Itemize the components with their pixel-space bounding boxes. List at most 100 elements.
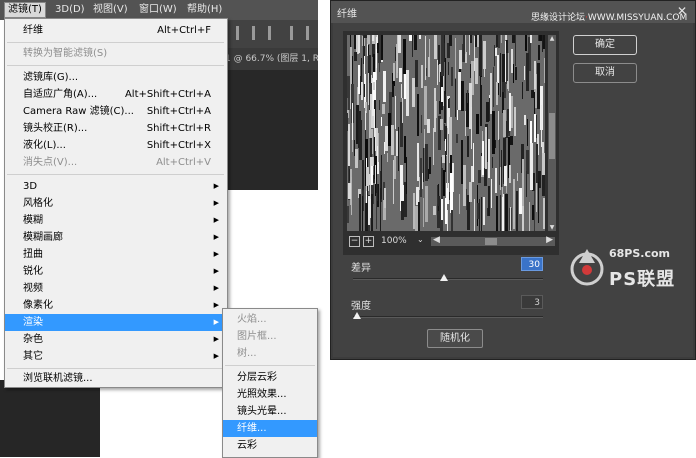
menu-filter[interactable]: 滤镜(T) [4, 2, 46, 18]
menu-item-liquify[interactable]: 液化(L)... Shift+Ctrl+X [5, 137, 227, 154]
distribute-icon[interactable] [290, 26, 293, 40]
document-tab-label: 1 @ 66.7% (图层 1, R [225, 54, 318, 64]
submenu-item-tree[interactable]: 树... [223, 345, 317, 362]
align-icon[interactable] [268, 26, 271, 40]
variance-input[interactable]: 30 [521, 257, 543, 271]
distribute-icon[interactable] [306, 26, 309, 40]
document-tab[interactable]: 1 @ 66.7% (图层 1, R [225, 48, 318, 70]
menu-3d[interactable]: 3D(D) [52, 3, 88, 17]
fiber-streak [507, 109, 509, 133]
fiber-streak [369, 101, 370, 110]
menu-item-label: 像素化 [23, 300, 53, 311]
menu-item-filter-gallery[interactable]: 滤镜库(G)... [5, 69, 227, 86]
zoom-dropdown-icon[interactable]: ⌄ [417, 235, 424, 244]
fiber-streak [443, 170, 445, 196]
fiber-streak [516, 191, 518, 231]
submenu-item-flame[interactable]: 火焰... [223, 311, 317, 328]
zoom-out-icon[interactable]: − [349, 236, 360, 247]
submenu-arrow-icon: ▶ [213, 267, 219, 275]
scroll-left-icon[interactable]: ◀ [433, 235, 440, 245]
align-icon[interactable] [236, 26, 239, 40]
menu-item-label: 转换为智能滤镜(S) [23, 48, 108, 59]
submenu-item-fibers[interactable]: 纤维... [223, 420, 317, 437]
menu-item-convert-smart-filter[interactable]: 转换为智能滤镜(S) [5, 45, 227, 62]
scroll-down-icon[interactable]: ▼ [548, 224, 556, 231]
fiber-streak [510, 136, 513, 145]
variance-slider-thumb[interactable] [440, 274, 449, 281]
fiber-streak [513, 64, 514, 83]
scroll-right-icon[interactable]: ▶ [546, 235, 553, 245]
fiber-streak [543, 35, 545, 49]
fiber-streak [442, 155, 445, 163]
strength-input[interactable]: 3 [521, 295, 543, 309]
fiber-streak [525, 35, 527, 51]
menu-item-video[interactable]: 视频 ▶ [5, 280, 227, 297]
fiber-streak [538, 35, 539, 41]
cancel-button[interactable]: 取消 [573, 63, 637, 83]
strength-slider-track[interactable] [353, 316, 543, 318]
menu-item-noise[interactable]: 杂色 ▶ [5, 331, 227, 348]
menu-item-adaptive-wide-angle[interactable]: 自适应广角(A)... Alt+Shift+Ctrl+A [5, 86, 227, 103]
dialog-title-bar[interactable]: 纤维 思缘设计论坛·WWW.MISSYUAN.COM ✕ [331, 1, 695, 23]
fiber-streak [526, 53, 529, 91]
menu-item-other[interactable]: 其它 ▶ [5, 348, 227, 365]
submenu-arrow-icon: ▶ [213, 250, 219, 258]
menu-item-render[interactable]: 渲染 ▶ [5, 314, 227, 331]
fiber-streak [507, 81, 509, 89]
fiber-streak [526, 171, 527, 197]
fiber-streak [375, 165, 376, 184]
fibers-preview[interactable] [347, 35, 545, 231]
menu-item-blur-gallery[interactable]: 模糊画廊 ▶ [5, 229, 227, 246]
menu-item-browse-online-filters[interactable]: 浏览联机滤镜... [5, 370, 227, 387]
menu-item-blur[interactable]: 模糊 ▶ [5, 212, 227, 229]
menu-item-lens-correction[interactable]: 镜头校正(R)... Shift+Ctrl+R [5, 120, 227, 137]
fiber-streak [393, 63, 395, 81]
zoom-in-icon[interactable]: + [363, 236, 374, 247]
menu-item-3d[interactable]: 3D ▶ [5, 178, 227, 195]
submenu-item-clouds[interactable]: 云彩 [223, 437, 317, 454]
site-watermark: 思缘设计论坛·WWW.MISSYUAN.COM [531, 13, 688, 23]
fiber-streak [509, 165, 511, 183]
randomize-button[interactable]: 随机化 [427, 329, 483, 348]
close-icon[interactable]: ✕ [677, 4, 687, 18]
fiber-streak [402, 185, 404, 201]
fiber-streak [355, 149, 358, 168]
fiber-streak [348, 124, 350, 166]
fiber-streak [351, 177, 352, 215]
menu-item-sharpen[interactable]: 锐化 ▶ [5, 263, 227, 280]
menu-item-pixelate[interactable]: 像素化 ▶ [5, 297, 227, 314]
fiber-streak [524, 115, 526, 125]
menu-item-camera-raw[interactable]: Camera Raw 滤镜(C)... Shift+Ctrl+A [5, 103, 227, 120]
menu-item-fibers-last[interactable]: 纤维 Alt+Ctrl+F [5, 22, 227, 39]
menu-view[interactable]: 视图(V) [90, 3, 131, 17]
submenu-item-lighting-effects[interactable]: 光照效果... [223, 386, 317, 403]
submenu-item-difference-clouds[interactable]: 分层云彩 [223, 369, 317, 386]
fiber-streak [459, 50, 462, 69]
strength-slider-thumb[interactable] [352, 312, 361, 319]
menu-separator [225, 365, 315, 366]
fiber-streak [437, 60, 438, 85]
menu-window[interactable]: 窗口(W) [136, 3, 180, 17]
align-icon[interactable] [252, 26, 255, 40]
fiber-streak [449, 35, 452, 46]
fiber-streak [496, 196, 498, 231]
fiber-streak [519, 188, 522, 214]
fiber-streak [502, 187, 503, 197]
render-submenu: 火焰... 图片框... 树... 分层云彩 光照效果... 镜头光晕... 纤… [222, 308, 318, 458]
menu-item-shortcut: Alt+Ctrl+F [157, 25, 211, 36]
scroll-up-icon[interactable]: ▲ [548, 35, 556, 42]
scrollbar-thumb[interactable] [485, 238, 497, 245]
submenu-item-picture-frame[interactable]: 图片框... [223, 328, 317, 345]
menu-item-distort[interactable]: 扭曲 ▶ [5, 246, 227, 263]
fiber-streak [376, 35, 377, 37]
preview-horizontal-scrollbar[interactable]: ◀ ▶ [431, 235, 555, 246]
preview-vertical-scrollbar[interactable]: ▲ ▼ [548, 35, 556, 231]
submenu-item-lens-flare[interactable]: 镜头光晕... [223, 403, 317, 420]
menu-item-stylize[interactable]: 风格化 ▶ [5, 195, 227, 212]
scrollbar-thumb[interactable] [549, 113, 555, 159]
menu-item-vanishing-point[interactable]: 消失点(V)... Alt+Ctrl+V [5, 154, 227, 171]
ok-button[interactable]: 确定 [573, 35, 637, 55]
fiber-streak [350, 47, 352, 90]
menu-help[interactable]: 帮助(H) [184, 3, 225, 17]
fiber-streak [451, 210, 453, 231]
